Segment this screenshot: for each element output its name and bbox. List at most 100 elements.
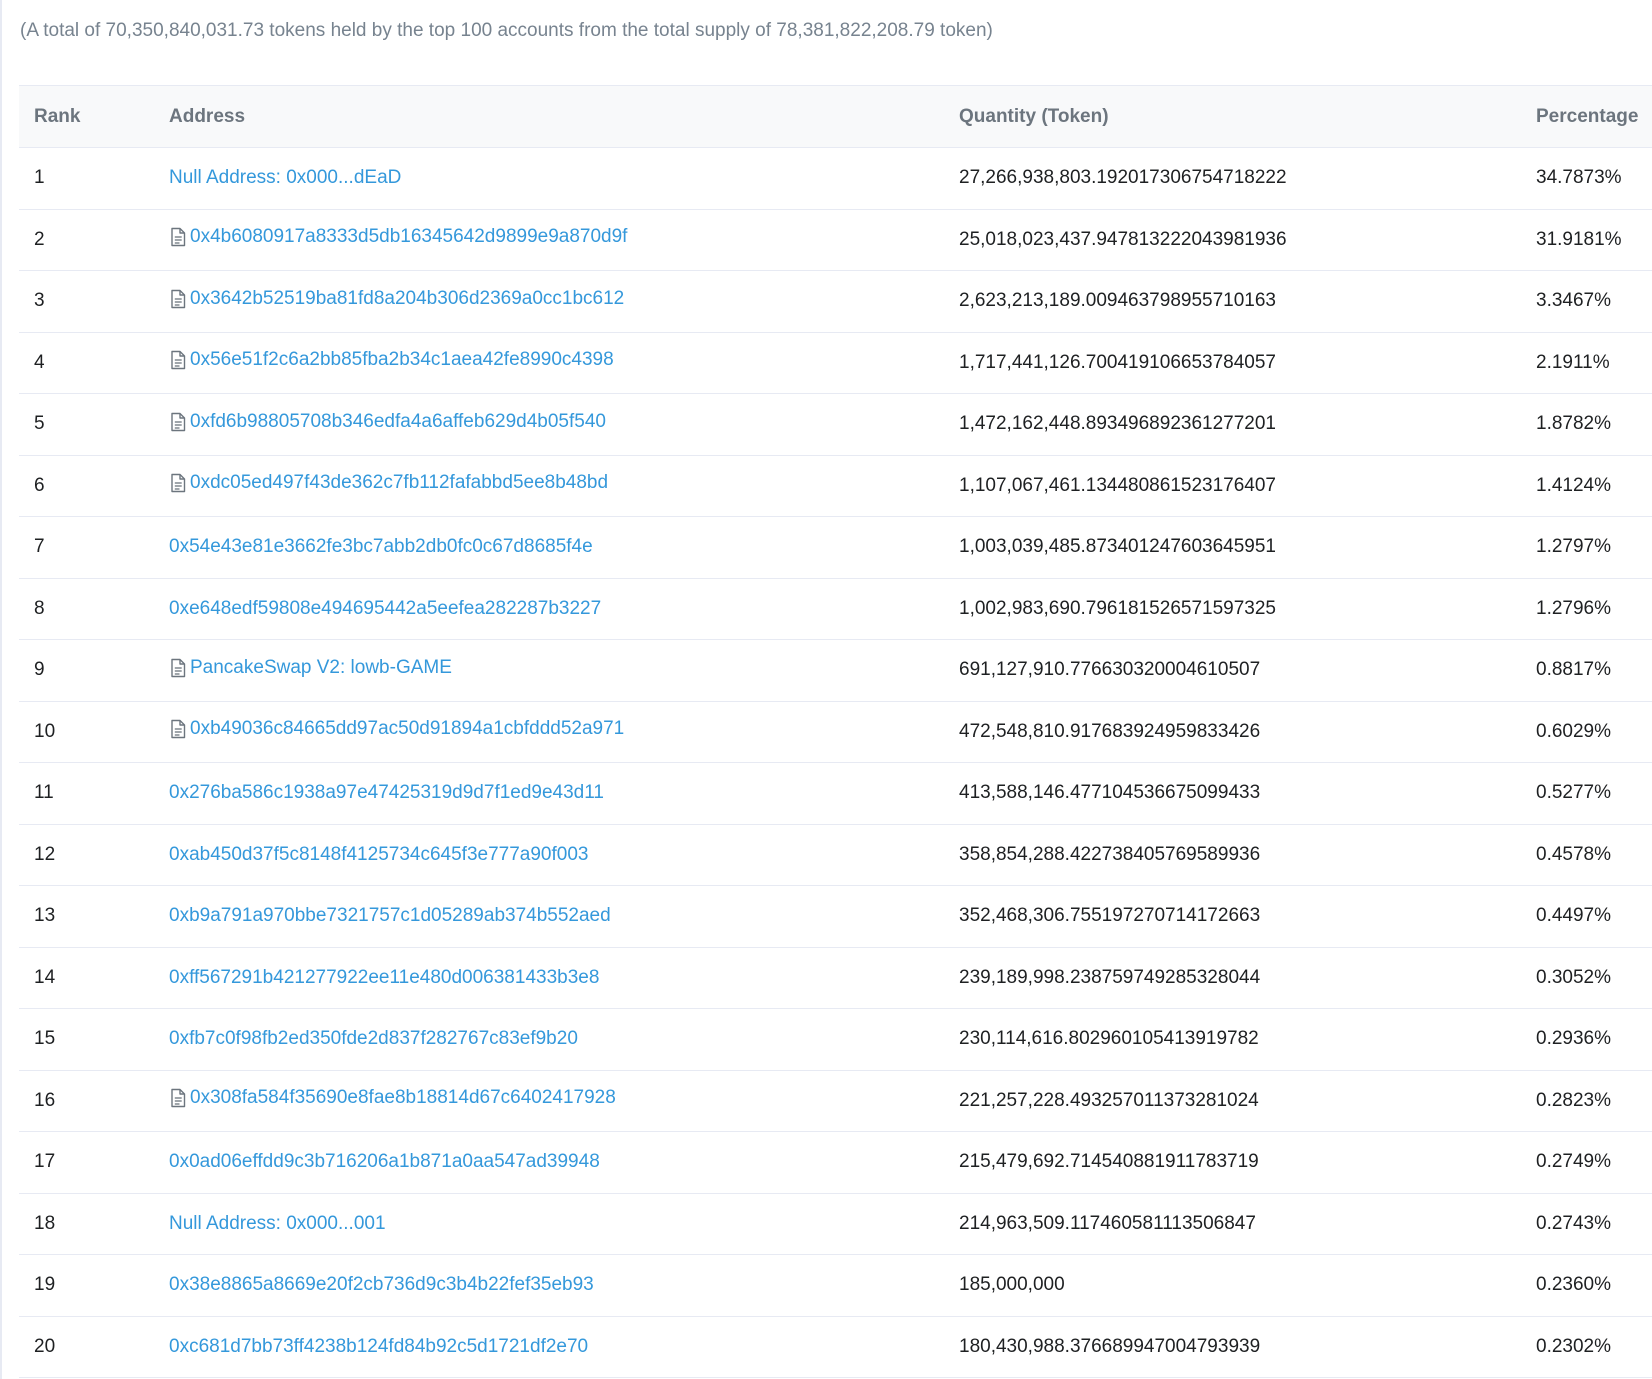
contract-file-icon — [169, 350, 189, 370]
address-link[interactable]: 0x3642b52519ba81fd8a204b306d2369a0cc1bc6… — [169, 288, 624, 310]
percentage-cell: 1.4124% — [1536, 455, 1652, 517]
rank-cell: 20 — [19, 1316, 169, 1378]
quantity-cell: 215,479,692.714540881911783719 — [959, 1131, 1536, 1194]
quantity-cell: 1,472,162,448.893496892361277201 — [959, 393, 1536, 456]
address-link[interactable]: 0x308fa584f35690e8fae8b18814d67c64024179… — [169, 1087, 616, 1109]
header-rank: Rank — [19, 85, 169, 148]
percentage-cell: 1.2796% — [1536, 578, 1652, 640]
rank-cell: 11 — [19, 762, 169, 825]
rank-cell: 15 — [19, 1008, 169, 1071]
quantity-cell: 1,002,983,690.796181526571597325 — [959, 578, 1536, 640]
rank-cell: 7 — [19, 516, 169, 579]
rank-cell: 12 — [19, 824, 169, 886]
rank-cell: 1 — [19, 147, 169, 210]
quantity-cell: 2,623,213,189.009463798955710163 — [959, 270, 1536, 333]
address-text: 0xfd6b98805708b346edfa4a6affeb629d4b05f5… — [190, 410, 606, 432]
address-link[interactable]: 0xb9a791a970bbe7321757c1d05289ab374b552a… — [169, 905, 611, 927]
quantity-cell: 214,963,509.117460581113506847 — [959, 1193, 1536, 1255]
address-text: 0xb49036c84665dd97ac50d91894a1cbfddd52a9… — [190, 718, 625, 740]
percentage-cell: 3.3467% — [1536, 270, 1652, 333]
address-link[interactable]: PancakeSwap V2: lowb-GAME — [169, 657, 452, 679]
quantity-cell: 691,127,910.776630320004610507 — [959, 639, 1536, 702]
address-text: 0xb9a791a970bbe7321757c1d05289ab374b552a… — [169, 905, 611, 927]
token-holders-table-container: Rank Address Quantity (Token) Percentage… — [19, 85, 1652, 1378]
quantity-cell: 352,468,306.755197270714172663 — [959, 885, 1536, 948]
table-row: 2 0x4b6080917a8333d5db16345642d9899e9a87… — [19, 209, 1652, 271]
table-row: 13 0xb9a791a970bbe7321757c1d05289ab374b5… — [19, 885, 1652, 948]
percentage-cell: 34.7873% — [1536, 147, 1652, 210]
address-cell: 0xb9a791a970bbe7321757c1d05289ab374b552a… — [169, 885, 959, 948]
rank-cell: 4 — [19, 332, 169, 394]
address-link[interactable]: 0x38e8865a8669e20f2cb736d9c3b4b22fef35eb… — [169, 1274, 594, 1296]
address-link[interactable]: 0xe648edf59808e494695442a5eefea282287b32… — [169, 598, 601, 620]
address-text: 0x308fa584f35690e8fae8b18814d67c64024179… — [190, 1087, 616, 1109]
table-row: 5 0xfd6b98805708b346edfa4a6affeb629d4b05… — [19, 393, 1652, 456]
table-header: Rank Address Quantity (Token) Percentage — [19, 85, 1652, 148]
table-row: 7 0x54e43e81e3662fe3bc7abb2db0fc0c67d868… — [19, 516, 1652, 579]
address-cell: 0x3642b52519ba81fd8a204b306d2369a0cc1bc6… — [169, 270, 959, 333]
address-text: Null Address: 0x000...dEaD — [169, 167, 402, 189]
rank-cell: 18 — [19, 1193, 169, 1255]
rank-cell: 14 — [19, 947, 169, 1009]
left-border — [0, 0, 2, 1379]
address-cell: 0x54e43e81e3662fe3bc7abb2db0fc0c67d8685f… — [169, 516, 959, 579]
address-text: Null Address: 0x000...001 — [169, 1212, 386, 1234]
address-link[interactable]: 0x4b6080917a8333d5db16345642d9899e9a870d… — [169, 226, 627, 248]
address-cell: 0x0ad06effdd9c3b716206a1b871a0aa547ad399… — [169, 1131, 959, 1194]
rank-cell: 19 — [19, 1254, 169, 1317]
percentage-cell: 0.2360% — [1536, 1254, 1652, 1317]
contract-file-icon — [169, 412, 189, 432]
table-header-row: Rank Address Quantity (Token) Percentage — [19, 85, 1652, 148]
rank-cell: 10 — [19, 701, 169, 763]
quantity-cell: 221,257,228.493257011373281024 — [959, 1070, 1536, 1132]
percentage-cell: 0.2936% — [1536, 1008, 1652, 1071]
table-row: 12 0xab450d37f5c8148f4125734c645f3e777a9… — [19, 824, 1652, 886]
contract-file-icon — [169, 719, 189, 739]
quantity-cell: 230,114,616.802960105413919782 — [959, 1008, 1536, 1071]
percentage-cell: 0.2302% — [1536, 1316, 1652, 1378]
address-link[interactable]: 0x276ba586c1938a97e47425319d9d7f1ed9e43d… — [169, 782, 604, 804]
address-link[interactable]: 0xff567291b421277922ee11e480d006381433b3… — [169, 967, 599, 989]
address-text: 0x0ad06effdd9c3b716206a1b871a0aa547ad399… — [169, 1151, 600, 1173]
table-row: 4 0x56e51f2c6a2bb85fba2b34c1aea42fe8990c… — [19, 332, 1652, 394]
percentage-cell: 1.2797% — [1536, 516, 1652, 579]
address-text: 0xab450d37f5c8148f4125734c645f3e777a90f0… — [169, 843, 589, 865]
rank-cell: 6 — [19, 455, 169, 517]
address-link[interactable]: Null Address: 0x000...001 — [169, 1213, 386, 1235]
quantity-cell: 1,107,067,461.134480861523176407 — [959, 455, 1536, 517]
quantity-cell: 180,430,988.376689947004793939 — [959, 1316, 1536, 1378]
address-cell: 0xfd6b98805708b346edfa4a6affeb629d4b05f5… — [169, 393, 959, 456]
address-link[interactable]: 0xdc05ed497f43de362c7fb112fafabbd5ee8b48… — [169, 472, 608, 494]
rank-cell: 13 — [19, 885, 169, 948]
table-row: 10 0xb49036c84665dd97ac50d91894a1cbfddd5… — [19, 701, 1652, 763]
address-link[interactable]: 0x56e51f2c6a2bb85fba2b34c1aea42fe8990c43… — [169, 349, 614, 371]
table-row: 6 0xdc05ed497f43de362c7fb112fafabbd5ee8b… — [19, 455, 1652, 517]
address-cell: 0xfb7c0f98fb2ed350fde2d837f282767c83ef9b… — [169, 1008, 959, 1071]
address-link[interactable]: 0x0ad06effdd9c3b716206a1b871a0aa547ad399… — [169, 1151, 600, 1173]
address-link[interactable]: 0xb49036c84665dd97ac50d91894a1cbfddd52a9… — [169, 718, 624, 740]
address-cell: 0x4b6080917a8333d5db16345642d9899e9a870d… — [169, 209, 959, 271]
address-link[interactable]: Null Address: 0x000...dEaD — [169, 167, 401, 189]
address-link[interactable]: 0xfd6b98805708b346edfa4a6affeb629d4b05f5… — [169, 411, 606, 433]
contract-file-icon — [169, 473, 189, 493]
address-cell: 0xdc05ed497f43de362c7fb112fafabbd5ee8b48… — [169, 455, 959, 517]
table-row: 9 PancakeSwap V2: lowb-GAME 691,127,910.… — [19, 639, 1652, 702]
percentage-cell: 0.2743% — [1536, 1193, 1652, 1255]
address-link[interactable]: 0xc681d7bb73ff4238b124fd84b92c5d1721df2e… — [169, 1336, 588, 1358]
rank-cell: 16 — [19, 1070, 169, 1132]
address-text: 0x54e43e81e3662fe3bc7abb2db0fc0c67d8685f… — [169, 536, 593, 558]
address-text: PancakeSwap V2: lowb-GAME — [190, 656, 452, 678]
table-row: 3 0x3642b52519ba81fd8a204b306d2369a0cc1b… — [19, 270, 1652, 333]
address-cell: 0xe648edf59808e494695442a5eefea282287b32… — [169, 578, 959, 640]
address-text: 0xfb7c0f98fb2ed350fde2d837f282767c83ef9b… — [169, 1028, 578, 1050]
rank-cell: 9 — [19, 639, 169, 702]
percentage-cell: 0.4578% — [1536, 824, 1652, 886]
address-link[interactable]: 0xfb7c0f98fb2ed350fde2d837f282767c83ef9b… — [169, 1028, 578, 1050]
address-cell: 0xff567291b421277922ee11e480d006381433b3… — [169, 947, 959, 1009]
rank-cell: 5 — [19, 393, 169, 456]
quantity-cell: 185,000,000 — [959, 1254, 1536, 1317]
quantity-cell: 1,717,441,126.700419106653784057 — [959, 332, 1536, 394]
address-link[interactable]: 0xab450d37f5c8148f4125734c645f3e777a90f0… — [169, 844, 588, 866]
address-cell: 0x56e51f2c6a2bb85fba2b34c1aea42fe8990c43… — [169, 332, 959, 394]
address-link[interactable]: 0x54e43e81e3662fe3bc7abb2db0fc0c67d8685f… — [169, 536, 593, 558]
